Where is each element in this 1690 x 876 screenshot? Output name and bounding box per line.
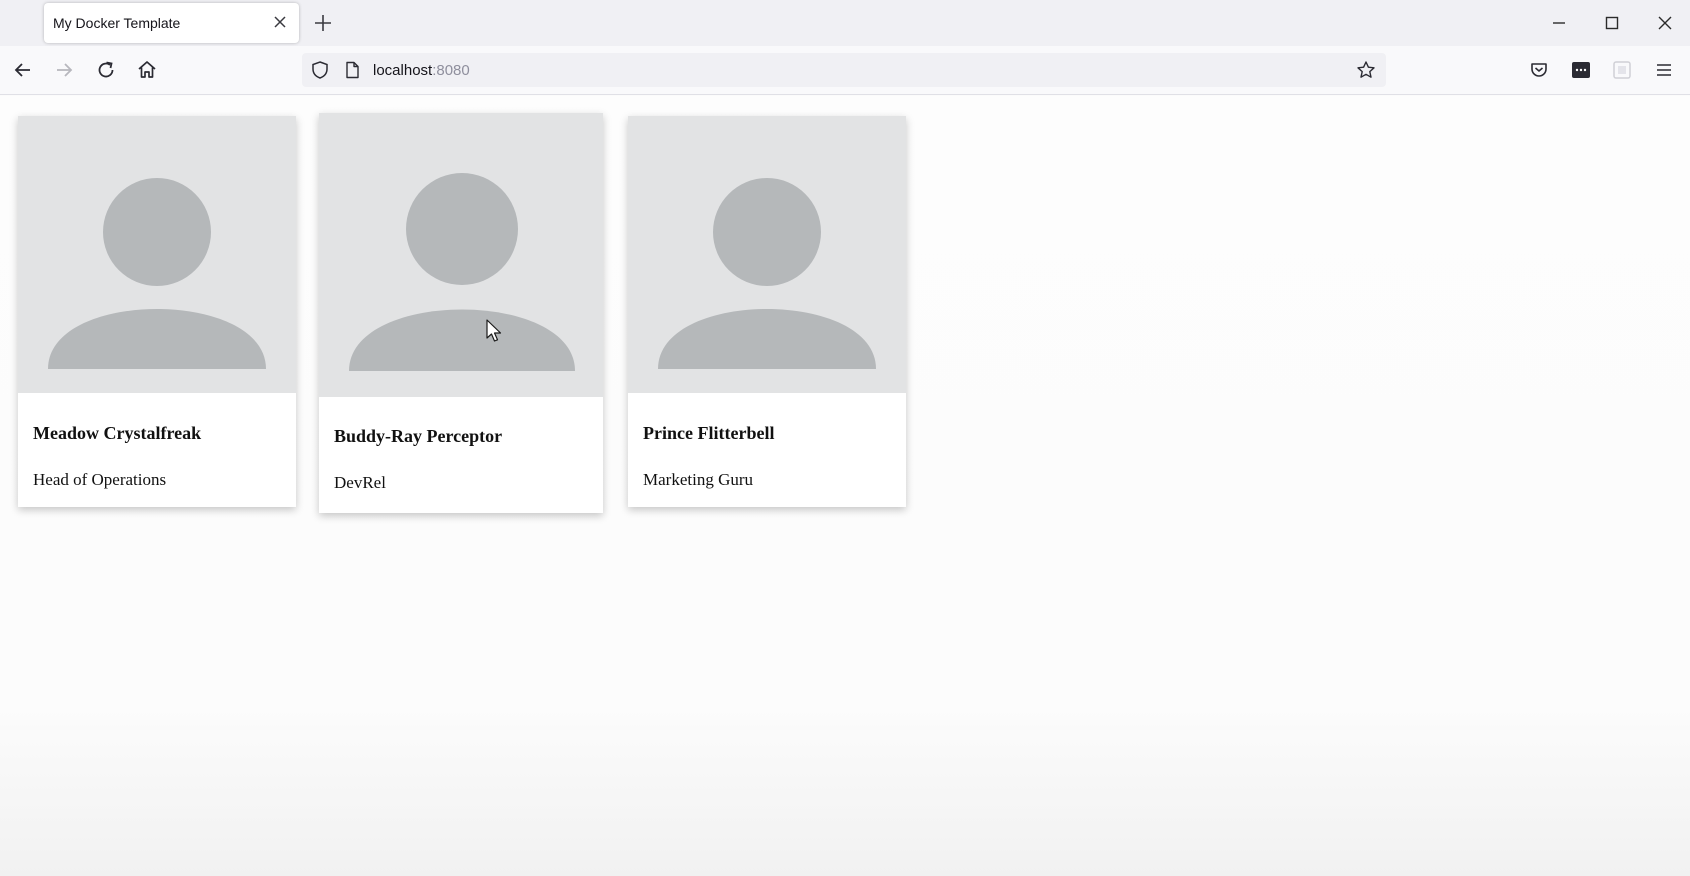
new-tab-icon[interactable] [312, 12, 334, 34]
url-host: localhost [373, 62, 433, 79]
minimize-icon[interactable] [1546, 10, 1572, 36]
extension-icon[interactable] [1568, 57, 1594, 83]
member-role: Marketing Guru [643, 470, 754, 489]
member-role: DevRel [334, 473, 386, 492]
address-bar[interactable]: localhost:8080 [302, 53, 1386, 87]
reload-icon[interactable] [93, 57, 119, 83]
extension-icon[interactable] [1609, 57, 1635, 83]
menu-icon[interactable] [1651, 57, 1677, 83]
avatar [628, 116, 906, 393]
person-placeholder-icon [48, 178, 266, 369]
avatar [18, 116, 296, 393]
page-info-icon[interactable] [342, 60, 362, 80]
maximize-icon[interactable] [1599, 10, 1625, 36]
avatar [319, 113, 603, 397]
page-content: Meadow Crystalfreak Head of Operations B… [0, 96, 1690, 876]
url-text[interactable]: localhost:8080 [373, 62, 470, 79]
back-icon[interactable] [10, 57, 36, 83]
url-port: :8080 [432, 62, 470, 79]
profile-card: Buddy-Ray Perceptor DevRel [319, 113, 603, 513]
person-placeholder-icon [658, 178, 876, 369]
profile-card: Meadow Crystalfreak Head of Operations [18, 116, 296, 507]
navigation-toolbar: localhost:8080 [0, 46, 1690, 95]
tab-strip: My Docker Template [0, 0, 1690, 46]
tab-active[interactable]: My Docker Template [44, 3, 299, 43]
forward-icon[interactable] [51, 57, 77, 83]
pocket-icon[interactable] [1526, 57, 1552, 83]
member-name: Prince Flitterbell [643, 423, 775, 443]
tracking-shield-icon[interactable] [310, 60, 330, 80]
profile-card: Prince Flitterbell Marketing Guru [628, 116, 906, 507]
bookmark-star-icon[interactable] [1356, 60, 1376, 80]
home-icon[interactable] [134, 57, 160, 83]
person-placeholder-icon [349, 173, 575, 371]
member-role: Head of Operations [33, 470, 167, 489]
member-name: Buddy-Ray Perceptor [334, 426, 503, 446]
close-window-icon[interactable] [1652, 10, 1678, 36]
member-name: Meadow Crystalfreak [33, 423, 202, 443]
close-tab-icon[interactable] [271, 13, 289, 31]
tab-title: My Docker Template [53, 15, 181, 31]
mouse-cursor-icon [486, 319, 502, 342]
